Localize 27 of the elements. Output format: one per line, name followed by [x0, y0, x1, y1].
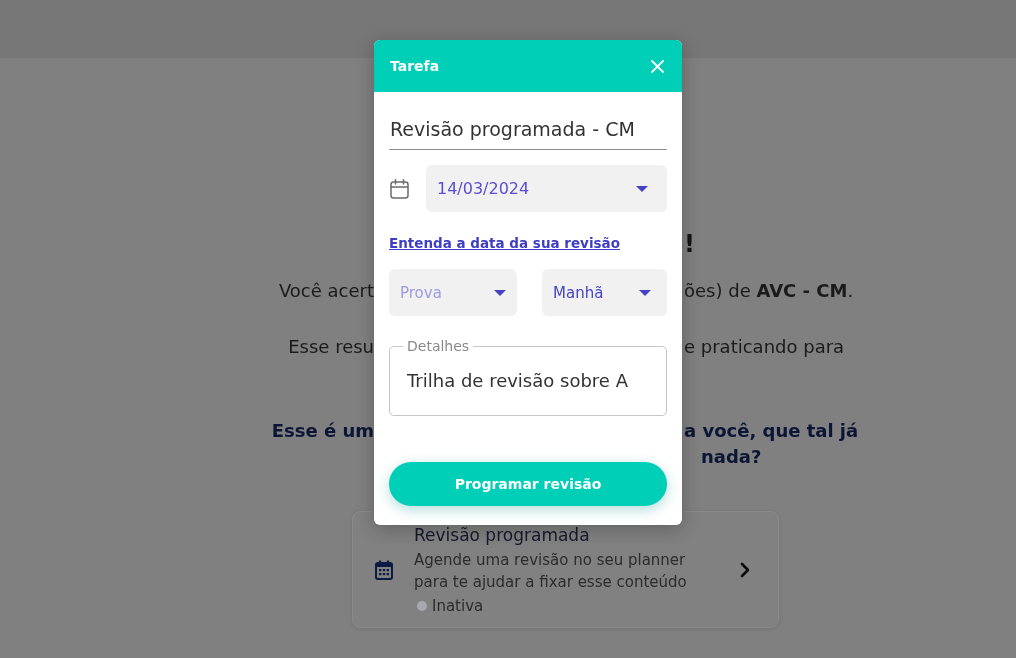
scheduled-review-card[interactable]: Revisão programada Agende uma revisão no seu planner para te ajudar a fixar esse conteúdo Inativa: [352, 511, 779, 628]
page-heading: !: [684, 230, 695, 258]
details-field[interactable]: Detalhes Trilha de revisão sobre A: [389, 338, 667, 416]
details-label: Detalhes: [406, 338, 471, 355]
prompt-text: a você, que tal já: [684, 420, 859, 441]
dropdown-select[interactable]: Manhã: [542, 269, 667, 316]
card-title: Revisão programada: [414, 524, 590, 547]
status-text: Inativa: [432, 596, 484, 616]
close-button[interactable]: [649, 57, 666, 75]
close-icon: [651, 59, 664, 73]
result-text: ões) de AVC - CM.: [684, 280, 854, 301]
caret-icon: [494, 289, 506, 296]
caret-icon: [636, 185, 648, 192]
help-link[interactable]: Entenda a data da sua revisão: [389, 233, 620, 253]
result-text: Você acert: [278, 280, 374, 301]
title-input[interactable]: Revisão programada - CM: [389, 110, 667, 150]
card-description: Agende uma revisão no seu planner para te ajudar a fixar esse conteúdo: [414, 550, 688, 593]
date-select[interactable]: 14/03/2024: [426, 165, 667, 212]
dialog-title: Tarefa: [390, 58, 440, 74]
caret-icon: [639, 289, 651, 296]
prompt-text: Esse é um: [271, 420, 374, 441]
calendar-icon: [390, 178, 409, 199]
result-text: Esse resu: [288, 336, 374, 357]
prompt-text: nada?: [701, 446, 762, 467]
result-text: e praticando para: [684, 336, 845, 357]
chevron-right-icon: [740, 561, 750, 578]
calendar-icon: [375, 559, 393, 580]
